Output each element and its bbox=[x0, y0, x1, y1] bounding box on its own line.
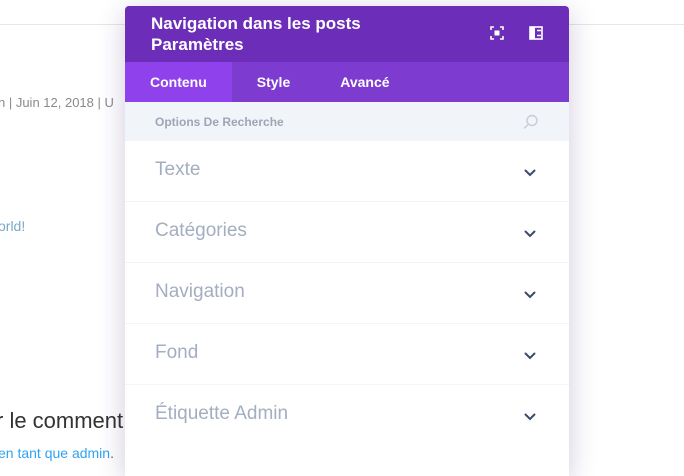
chevron-down-icon bbox=[524, 230, 536, 238]
section-navigation[interactable]: Navigation bbox=[125, 263, 569, 323]
tab-avance[interactable]: Avancé bbox=[315, 62, 414, 102]
settings-sections: Texte Catégories Navigation Fond Étiquet… bbox=[125, 141, 569, 445]
section-label: Texte bbox=[155, 159, 201, 180]
tab-style[interactable]: Style bbox=[232, 62, 315, 102]
section-label: Étiquette Admin bbox=[155, 403, 289, 424]
modal-title: Navigation dans les posts Paramètres bbox=[151, 14, 361, 54]
tab-contenu[interactable]: Contenu bbox=[125, 62, 232, 102]
modal-tabs: Contenu Style Avancé bbox=[125, 62, 569, 102]
search-bar bbox=[125, 102, 569, 141]
logged-in-text: en tant que admin. bbox=[0, 445, 114, 461]
chevron-down-icon bbox=[524, 352, 536, 360]
chevron-down-icon bbox=[524, 291, 536, 299]
search-input[interactable] bbox=[155, 113, 455, 131]
logged-in-suffix: . bbox=[110, 445, 114, 461]
chevron-down-icon bbox=[524, 169, 536, 177]
section-etiquette-admin[interactable]: Étiquette Admin bbox=[125, 385, 569, 445]
split-view-icon[interactable] bbox=[529, 26, 543, 40]
modal-header: Navigation dans les posts Paramètres bbox=[125, 6, 569, 62]
expand-icon[interactable] bbox=[490, 26, 504, 40]
post-link[interactable]: orld! bbox=[0, 218, 25, 234]
section-label: Catégories bbox=[155, 220, 247, 241]
search-icon[interactable] bbox=[523, 114, 539, 130]
chevron-down-icon bbox=[524, 413, 536, 421]
settings-modal: Navigation dans les posts Paramètres Con… bbox=[125, 6, 569, 476]
logged-in-link[interactable]: en tant que admin bbox=[0, 445, 110, 461]
section-label: Navigation bbox=[155, 281, 245, 302]
section-label: Fond bbox=[155, 342, 199, 363]
post-meta: n | Juin 12, 2018 | U bbox=[0, 95, 114, 110]
section-categories[interactable]: Catégories bbox=[125, 202, 569, 262]
section-texte[interactable]: Texte bbox=[125, 141, 569, 201]
comment-heading: r le comment bbox=[0, 408, 124, 433]
section-fond[interactable]: Fond bbox=[125, 324, 569, 384]
